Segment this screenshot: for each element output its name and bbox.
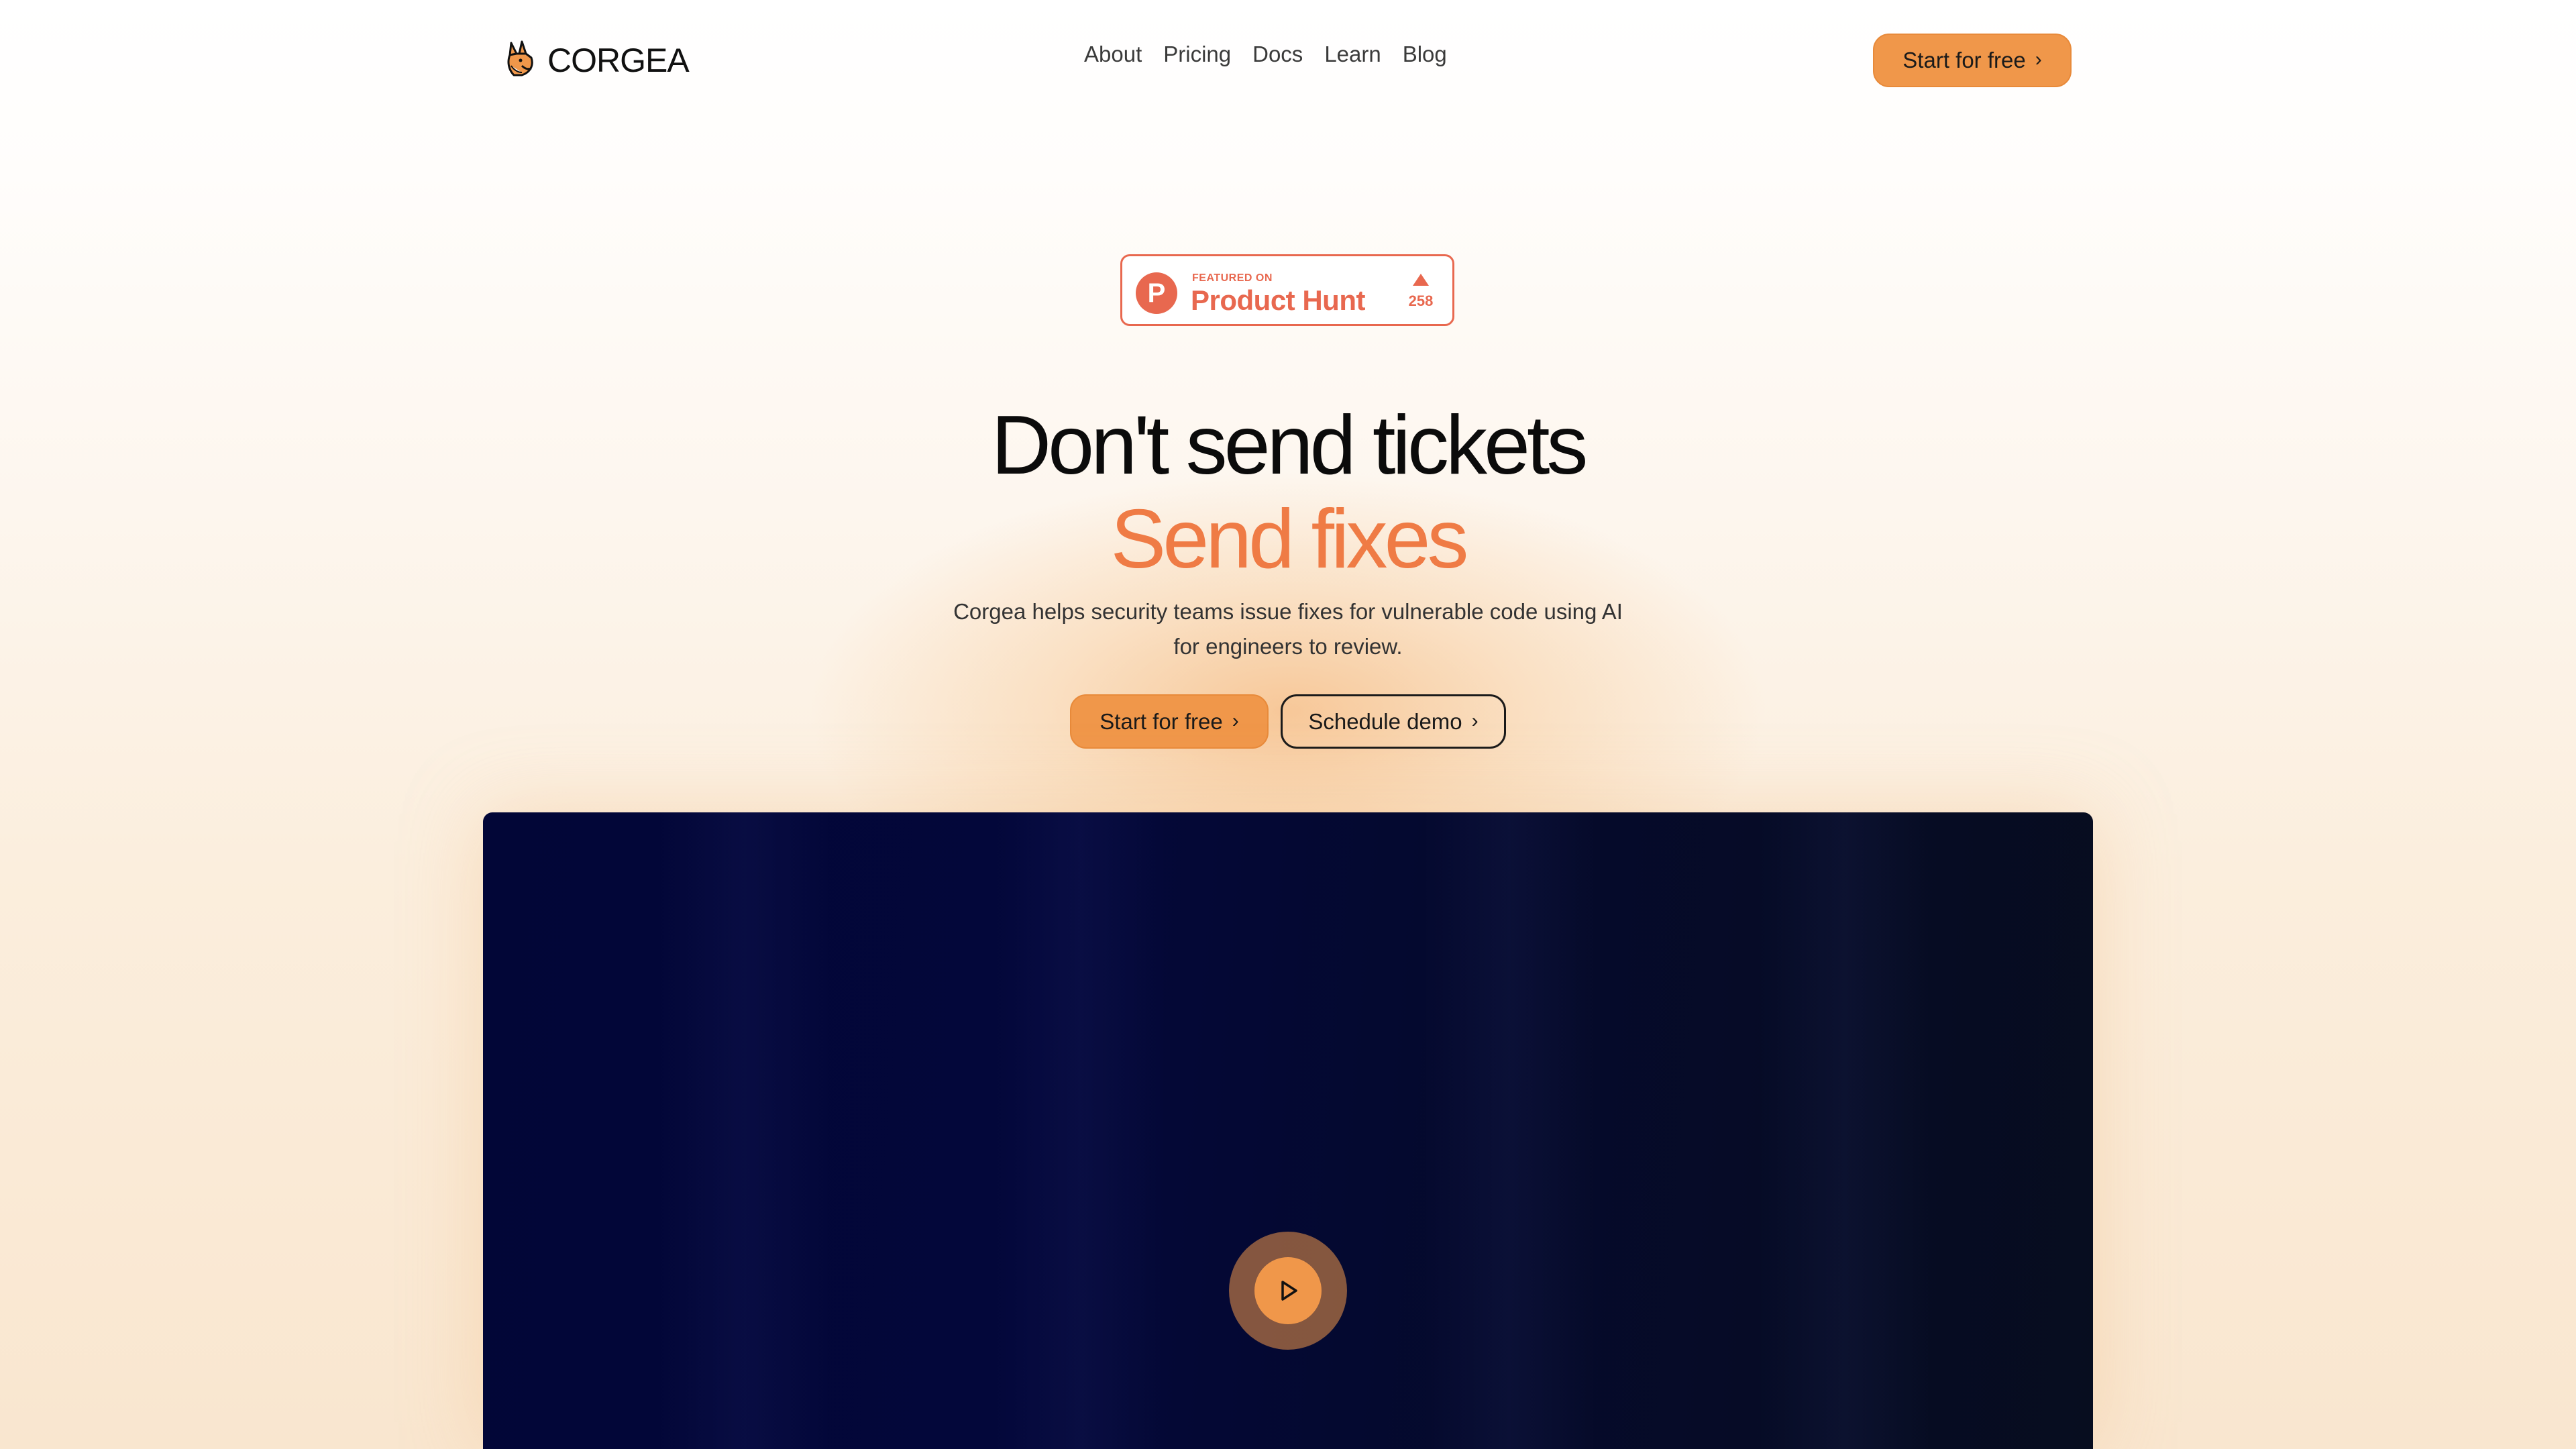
hero-title-line1: Don't send tickets bbox=[991, 399, 1589, 492]
brand-name: CORGEA bbox=[547, 42, 690, 79]
nav-about[interactable]: About bbox=[1084, 42, 1142, 67]
hero-title-line2: Send fixes bbox=[1110, 493, 1468, 586]
video-light-beam bbox=[1422, 812, 1597, 1449]
product-hunt-featured-label: FEATURED ON bbox=[1192, 272, 1273, 284]
product-hunt-logo-letter: P bbox=[1147, 278, 1166, 308]
chevron-right-icon: › bbox=[1471, 709, 1479, 732]
video-light-beam bbox=[1758, 812, 1932, 1449]
product-hunt-badge[interactable]: P FEATURED ON Product Hunt 258 bbox=[1120, 254, 1454, 326]
chevron-right-icon: › bbox=[1232, 709, 1239, 732]
chevron-right-icon: › bbox=[2035, 48, 2042, 70]
video-light-beam bbox=[993, 812, 1167, 1449]
header-start-free-button[interactable]: Start for free › bbox=[1873, 34, 2072, 87]
brand-logo[interactable]: CORGEA bbox=[502, 39, 690, 83]
upvote-count: 258 bbox=[1408, 292, 1434, 309]
play-button-inner bbox=[1254, 1257, 1322, 1324]
nav-pricing[interactable]: Pricing bbox=[1163, 42, 1231, 67]
play-icon bbox=[1281, 1281, 1297, 1301]
main-nav: About Pricing Docs Learn Blog bbox=[1084, 42, 1447, 67]
hero-start-free-label: Start for free bbox=[1099, 708, 1223, 734]
header-start-free-label: Start for free bbox=[1902, 48, 2026, 72]
corgi-logo-icon bbox=[502, 39, 541, 83]
demo-video-player[interactable] bbox=[483, 812, 2093, 1449]
product-hunt-name: Product Hunt bbox=[1191, 284, 1365, 316]
play-button[interactable] bbox=[1229, 1232, 1347, 1350]
upvote-triangle-icon bbox=[1413, 274, 1429, 286]
site-header: CORGEA About Pricing Docs Learn Blog Sta… bbox=[0, 0, 2576, 121]
nav-learn[interactable]: Learn bbox=[1324, 42, 1381, 67]
product-hunt-upvotes: 258 bbox=[1401, 274, 1441, 310]
schedule-demo-button[interactable]: Schedule demo › bbox=[1281, 694, 1506, 749]
nav-docs[interactable]: Docs bbox=[1252, 42, 1303, 67]
nav-blog[interactable]: Blog bbox=[1403, 42, 1447, 67]
product-hunt-logo-icon: P bbox=[1136, 272, 1177, 314]
hero-start-free-button[interactable]: Start for free › bbox=[1070, 694, 1269, 749]
hero-subtitle: Corgea helps security teams issue fixes … bbox=[953, 599, 1623, 659]
schedule-demo-label: Schedule demo bbox=[1308, 708, 1462, 734]
video-light-beam bbox=[657, 812, 832, 1449]
